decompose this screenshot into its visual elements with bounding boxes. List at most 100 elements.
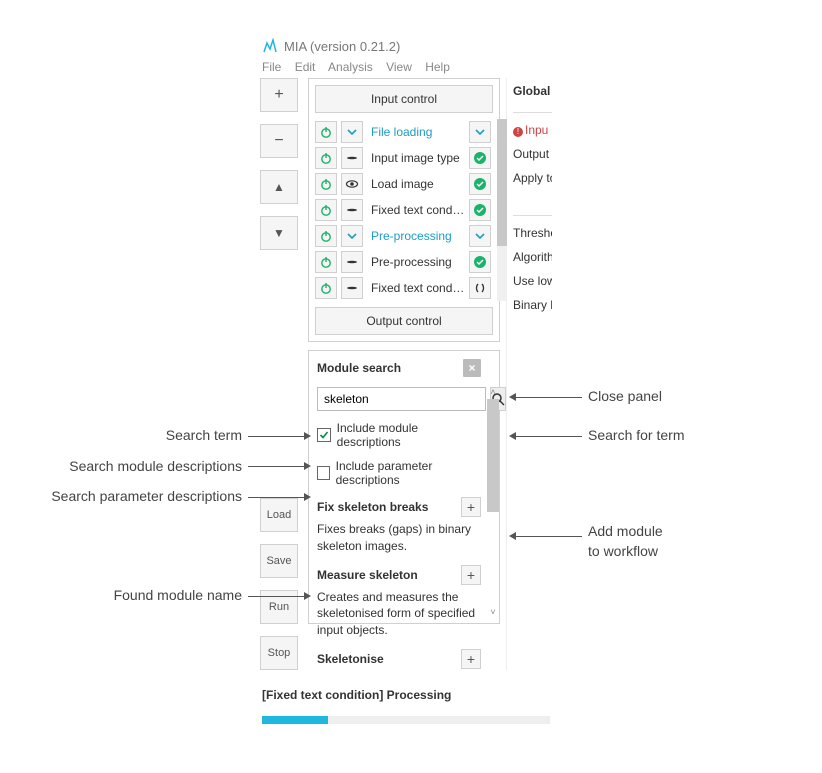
module-name: Pre-processing	[367, 229, 465, 243]
progress-bar	[262, 716, 550, 724]
app-title: MIA (version 0.21.2)	[284, 39, 400, 54]
remove-module-button[interactable]: −	[260, 124, 298, 158]
annotation-search-param-desc: Search parameter descriptions	[0, 488, 242, 504]
power-icon[interactable]	[315, 121, 337, 143]
add-result-button[interactable]: +	[461, 497, 481, 517]
include-param-desc-checkbox[interactable]	[317, 466, 330, 480]
annotation-search-term: Search term	[20, 427, 242, 443]
annotation-found-module: Found module name	[20, 587, 242, 603]
result-title: Skeletonise	[317, 652, 384, 666]
include-param-desc-label: Include parameter descriptions	[336, 459, 481, 487]
result-description: Fixes breaks (gaps) in binary skeleton i…	[317, 521, 481, 555]
module-row[interactable]: Pre-processing	[315, 223, 491, 249]
power-icon[interactable]	[315, 251, 337, 273]
main-columns: + − ▲ ▼ Load Save Run Stop Input control…	[256, 78, 556, 670]
right-panel-threshold: Thresho	[513, 226, 552, 240]
module-row[interactable]: Load image	[315, 171, 491, 197]
annotation-search-module-desc: Search module descriptions	[0, 458, 242, 474]
search-scrollbar[interactable]: ˄ ˅	[487, 385, 499, 619]
add-result-button[interactable]: +	[461, 565, 481, 585]
module-status-icon[interactable]	[469, 121, 491, 143]
module-status-icon[interactable]	[469, 277, 491, 299]
scroll-up-icon[interactable]: ˄	[487, 385, 499, 399]
include-module-desc-checkbox[interactable]	[317, 428, 331, 442]
module-status-icon[interactable]	[469, 173, 491, 195]
menu-edit[interactable]: Edit	[295, 60, 316, 74]
annotation-close-panel: Close panel	[588, 388, 662, 404]
stop-button[interactable]: Stop	[260, 636, 298, 670]
module-toggle-icon[interactable]	[341, 173, 363, 195]
module-status-icon[interactable]	[469, 251, 491, 273]
module-name: Input image type	[367, 151, 465, 165]
title-bar: MIA (version 0.21.2)	[256, 34, 556, 60]
status-bar: [Fixed text condition] Processing	[256, 682, 556, 734]
module-status-icon[interactable]	[469, 199, 491, 221]
power-icon[interactable]	[315, 277, 337, 299]
result-title: Measure skeleton	[317, 568, 418, 582]
save-button[interactable]: Save	[260, 544, 298, 578]
module-name: Fixed text condition	[367, 203, 465, 217]
warning-icon: !	[513, 127, 523, 137]
include-module-desc-label: Include module descriptions	[337, 421, 481, 449]
right-panel-apply: Apply to	[513, 171, 552, 185]
include-module-desc-checkbox-row[interactable]: Include module descriptions	[317, 421, 481, 449]
menu-view[interactable]: View	[386, 60, 412, 74]
output-control-button[interactable]: Output control	[315, 307, 493, 335]
module-row[interactable]: Fixed text condition	[315, 197, 491, 223]
module-list-scrollbar[interactable]	[497, 119, 507, 301]
right-panel-binary: Binary lo	[513, 298, 552, 312]
input-control-button[interactable]: Input control	[315, 85, 493, 113]
center-column: Input control File loading Input image ty…	[308, 78, 500, 670]
close-panel-button[interactable]: ×	[463, 359, 481, 377]
module-toggle-icon[interactable]	[341, 225, 363, 247]
module-name: Load image	[367, 177, 465, 191]
menu-analysis[interactable]: Analysis	[328, 60, 373, 74]
scroll-down-icon[interactable]: ˅	[487, 605, 499, 619]
left-toolbar: + − ▲ ▼ Load Save Run Stop	[260, 78, 302, 670]
add-module-button[interactable]: +	[260, 78, 298, 112]
power-icon[interactable]	[315, 199, 337, 221]
module-status-icon[interactable]	[469, 225, 491, 247]
add-result-button[interactable]: +	[461, 649, 481, 669]
module-toggle-icon[interactable]	[341, 277, 363, 299]
move-up-button[interactable]: ▲	[260, 170, 298, 204]
status-text: [Fixed text condition] Processing	[262, 688, 550, 702]
module-toggle-icon[interactable]	[341, 251, 363, 273]
module-name: File loading	[367, 125, 465, 139]
app-logo-icon	[262, 38, 278, 54]
power-icon[interactable]	[315, 173, 337, 195]
annotation-add-module: Add module to workflow	[588, 522, 663, 561]
app-window: MIA (version 0.21.2) File Edit Analysis …	[256, 34, 556, 734]
workspace-panel: Input control File loading Input image ty…	[308, 78, 500, 342]
module-name: Pre-processing	[367, 255, 465, 269]
right-panel-input-warning: !Inpu	[513, 123, 552, 137]
load-button[interactable]: Load	[260, 498, 298, 532]
move-down-button[interactable]: ▼	[260, 216, 298, 250]
right-panel-output: Output i	[513, 147, 552, 161]
module-status-icon[interactable]	[469, 147, 491, 169]
module-toggle-icon[interactable]	[341, 199, 363, 221]
search-input[interactable]	[317, 387, 486, 411]
result-title: Fix skeleton breaks	[317, 500, 428, 514]
power-icon[interactable]	[315, 225, 337, 247]
module-name: Fixed text condition	[367, 281, 465, 295]
right-panel: Global a !Inpu Output i Apply to Thresho…	[506, 78, 552, 670]
module-search-title: Module search	[317, 361, 401, 375]
module-row[interactable]: Input image type	[315, 145, 491, 171]
module-row[interactable]: File loading	[315, 119, 491, 145]
module-row[interactable]: Pre-processing	[315, 249, 491, 275]
menu-help[interactable]: Help	[425, 60, 450, 74]
search-result: Skeletonise +	[317, 649, 481, 669]
search-result: Fix skeleton breaks + Fixes breaks (gaps) …	[317, 497, 481, 555]
module-row[interactable]: Fixed text condition	[315, 275, 491, 301]
module-toggle-icon[interactable]	[341, 121, 363, 143]
power-icon[interactable]	[315, 147, 337, 169]
right-panel-header: Global a	[513, 84, 552, 98]
menu-bar: File Edit Analysis View Help	[256, 60, 556, 78]
menu-file[interactable]: File	[262, 60, 281, 74]
search-result: Measure skeleton+Creates and measures th…	[317, 565, 481, 639]
module-toggle-icon[interactable]	[341, 147, 363, 169]
annotation-search-for-term: Search for term	[588, 427, 684, 443]
include-param-desc-checkbox-row[interactable]: Include parameter descriptions	[317, 459, 481, 487]
check-icon	[319, 430, 329, 440]
